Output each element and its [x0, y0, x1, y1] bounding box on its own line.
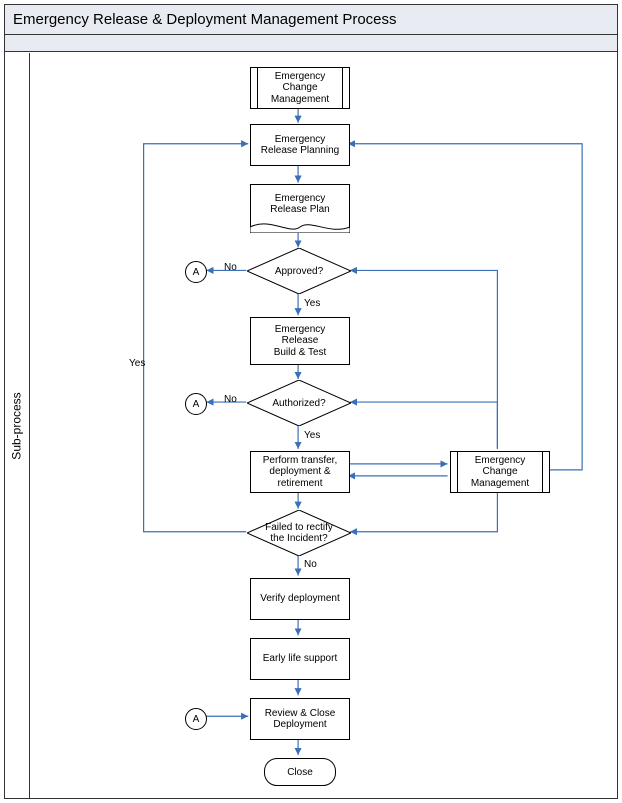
- connector-a-2: A: [185, 393, 207, 415]
- node-review-label: Review & CloseDeployment: [265, 708, 336, 731]
- node-plan-doc: EmergencyRelease Plan: [250, 184, 350, 227]
- node-verify: Verify deployment: [250, 578, 350, 620]
- swimlane-text: Sub-process: [10, 392, 24, 459]
- node-ecm-top-label: EmergencyChangeManagement: [271, 71, 329, 106]
- node-els-label: Early life support: [263, 653, 337, 665]
- node-approved: Approved?: [247, 248, 351, 294]
- node-planning: EmergencyRelease Planning: [250, 124, 350, 166]
- connector-a-2-label: A: [193, 399, 200, 410]
- label-approved-no: No: [224, 262, 237, 273]
- label-failed-no: No: [304, 559, 317, 570]
- node-ecm-top: EmergencyChangeManagement: [250, 67, 350, 109]
- page-title: Emergency Release & Deployment Managemen…: [5, 5, 617, 35]
- label-authorized-no: No: [224, 394, 237, 405]
- node-authorized: Authorized?: [247, 380, 351, 426]
- node-authorized-label: Authorized?: [262, 398, 335, 409]
- node-failed: Failed to rectifythe Incident?: [247, 510, 351, 556]
- node-close: Close: [264, 758, 336, 786]
- connector-a-1: A: [185, 261, 207, 283]
- swimlane-label: Sub-process: [5, 53, 30, 798]
- node-build-test-label: EmergencyReleaseBuild & Test: [274, 324, 327, 359]
- node-close-label: Close: [287, 767, 313, 778]
- node-plan-doc-label: EmergencyRelease Plan: [270, 193, 329, 216]
- node-els: Early life support: [250, 638, 350, 680]
- header-subbar: [5, 35, 617, 52]
- node-transfer-label: Perform transfer,deployment &retirement: [263, 455, 337, 490]
- label-failed-yes: Yes: [129, 358, 145, 369]
- node-ecm-right: EmergencyChangeManagement: [450, 451, 550, 493]
- label-approved-yes: Yes: [304, 298, 320, 309]
- node-review: Review & CloseDeployment: [250, 698, 350, 740]
- connector-a-1-label: A: [193, 267, 200, 278]
- flow-canvas: EmergencyChangeManagement EmergencyRelea…: [29, 53, 617, 798]
- node-approved-label: Approved?: [265, 266, 333, 277]
- node-failed-label: Failed to rectifythe Incident?: [255, 522, 343, 544]
- node-verify-label: Verify deployment: [260, 593, 340, 605]
- node-planning-label: EmergencyRelease Planning: [261, 134, 339, 157]
- node-ecm-right-label: EmergencyChangeManagement: [471, 455, 529, 490]
- node-build-test: EmergencyReleaseBuild & Test: [250, 317, 350, 365]
- page-frame: Emergency Release & Deployment Managemen…: [4, 4, 618, 799]
- connector-a-3-label: A: [193, 714, 200, 725]
- node-transfer: Perform transfer,deployment &retirement: [250, 451, 350, 493]
- label-authorized-yes: Yes: [304, 430, 320, 441]
- connector-a-3: A: [185, 708, 207, 730]
